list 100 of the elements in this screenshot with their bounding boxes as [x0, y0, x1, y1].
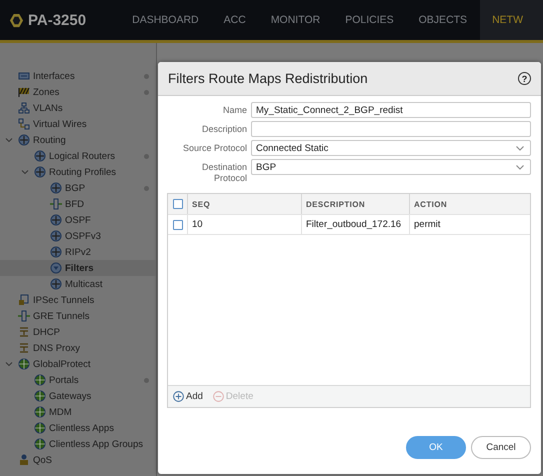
- router-icon: [50, 278, 62, 290]
- sidebar-item[interactable]: Routing Profiles: [0, 164, 156, 180]
- sidebar-item[interactable]: RIPv2: [0, 244, 156, 260]
- sidebar-item-label: QoS: [33, 454, 52, 466]
- column-header[interactable]: DESCRIPTION: [301, 194, 409, 214]
- striped-flag-icon: [18, 86, 30, 98]
- sidebar-item[interactable]: BFD: [0, 196, 156, 212]
- sidebar-item[interactable]: Routing: [0, 132, 156, 148]
- sidebar-item[interactable]: GlobalProtect: [0, 356, 156, 372]
- nav-tab[interactable]: MONITOR: [258, 0, 333, 40]
- nav-tab[interactable]: POLICIES: [332, 0, 406, 40]
- field-label: Source Protocol: [182, 142, 247, 154]
- sidebar-item[interactable]: Logical Routers: [0, 148, 156, 164]
- sidebar-item-label: BFD: [65, 198, 84, 210]
- column-header[interactable]: ACTION: [409, 194, 530, 214]
- sidebar-item[interactable]: IPSec Tunnels: [0, 292, 156, 308]
- sidebar-item[interactable]: VLANs: [0, 100, 156, 116]
- sidebar-item-label: Routing Profiles: [49, 166, 116, 178]
- caret-icon: [516, 146, 524, 150]
- sidebar-item-label: Zones: [33, 86, 60, 98]
- sidebar-item[interactable]: GRE Tunnels: [0, 308, 156, 324]
- table-cell: permit: [409, 215, 530, 234]
- linked-boxes-icon: [18, 118, 30, 130]
- router-icon: [34, 150, 46, 162]
- sidebar-item[interactable]: Portals: [0, 372, 156, 388]
- nav-tab[interactable]: NETW: [480, 0, 543, 40]
- router-icon: [34, 166, 46, 178]
- sidebar-item[interactable]: Virtual Wires: [0, 116, 156, 132]
- globe-icon: [34, 374, 46, 386]
- logo-icon: [9, 12, 24, 28]
- router-icon: [18, 134, 30, 146]
- text-field[interactable]: [251, 121, 531, 137]
- plus-icon: [173, 391, 184, 402]
- minus-icon: [212, 391, 224, 402]
- sidebar-item-label: OSPF: [65, 214, 91, 226]
- sidebar-item-label: DHCP: [33, 326, 60, 338]
- port-icon: [18, 70, 30, 82]
- sidebar-item-label: Clientless App Groups: [49, 438, 143, 450]
- router-icon: [50, 246, 62, 258]
- sidebar-item-label: Clientless Apps: [49, 422, 114, 434]
- nav-tab[interactable]: ACC: [211, 0, 258, 40]
- select-all-checkbox[interactable]: [172, 199, 182, 209]
- sidebar-item[interactable]: DNS Proxy: [0, 340, 156, 356]
- sidebar-item[interactable]: OSPF: [0, 212, 156, 228]
- sidebar-item[interactable]: OSPFv3: [0, 228, 156, 244]
- sidebar-item[interactable]: BGP: [0, 180, 156, 196]
- sidebar-item[interactable]: QoS: [0, 452, 156, 468]
- sidebar-item[interactable]: MDM: [0, 404, 156, 420]
- field-label: Name: [222, 104, 247, 116]
- product-name: PA-3250: [28, 12, 86, 28]
- sidebar-item-label: Interfaces: [33, 70, 75, 82]
- protocol-dropdown[interactable]: Connected Static: [251, 140, 531, 156]
- router-icon: [50, 182, 62, 194]
- router-icon: [50, 214, 62, 226]
- caret-icon: [516, 164, 524, 170]
- sidebar-item-label: MDM: [49, 406, 72, 418]
- globe-icon: [34, 390, 46, 402]
- table-action-button[interactable]: Add: [173, 391, 203, 402]
- sidebar-item-label: Portals: [49, 374, 79, 386]
- sidebar-item-label: Routing: [33, 134, 66, 146]
- sidebar-item-label: VLANs: [33, 102, 63, 114]
- cancel-button[interactable]: Cancel: [471, 436, 531, 459]
- sidebar-item-label: Gateways: [49, 390, 92, 402]
- network-icon: [18, 102, 30, 114]
- sidebar-item-label: OSPFv3: [65, 230, 101, 242]
- filter-icon: [50, 262, 62, 274]
- sidebar-item-label: Logical Routers: [49, 150, 116, 162]
- row-checkbox[interactable]: [172, 220, 182, 230]
- globe-icon: [34, 422, 46, 434]
- help-button[interactable]: ?: [518, 72, 531, 85]
- column-header[interactable]: SEQ: [187, 194, 301, 214]
- sidebar-item-label: IPSec Tunnels: [33, 294, 94, 306]
- sidebar-item[interactable]: Interfaces: [0, 68, 156, 84]
- router-icon: [50, 230, 62, 242]
- ok-button[interactable]: OK: [406, 436, 466, 459]
- sidebar-item[interactable]: Zones: [0, 84, 156, 100]
- globe-icon: [34, 406, 46, 418]
- sidebar-item[interactable]: Multicast: [0, 276, 156, 292]
- text-field[interactable]: My_Static_Connect_2_BGP_redist: [251, 102, 531, 118]
- person-icon: [18, 454, 30, 466]
- protocol-dropdown[interactable]: BGP: [251, 159, 531, 175]
- chevron-icon[interactable]: [21, 168, 29, 176]
- sidebar-item[interactable]: DHCP: [0, 324, 156, 340]
- sidebar-item-label: RIPv2: [65, 246, 91, 258]
- sidebar-item-label: Virtual Wires: [33, 118, 87, 130]
- nav-tab[interactable]: DASHBOARD: [120, 0, 212, 40]
- sidebar-item[interactable]: Filters: [0, 260, 156, 276]
- sidebar-item[interactable]: Clientless App Groups: [0, 436, 156, 452]
- sidebar-item[interactable]: Clientless Apps: [0, 420, 156, 436]
- sidebar-item-label: DNS Proxy: [33, 342, 80, 354]
- table-cell: Filter_outboud_172.16: [301, 215, 409, 234]
- sidebar-item-label: BGP: [65, 182, 86, 194]
- sidebar-item[interactable]: Gateways: [0, 388, 156, 404]
- nav-tab[interactable]: OBJECTS: [406, 0, 480, 40]
- chevron-icon[interactable]: [5, 136, 13, 144]
- dialog-title: Filters Route Maps Redistribution: [168, 71, 368, 86]
- field-label: Description: [200, 123, 247, 135]
- sidebar-item-label: GlobalProtect: [33, 358, 91, 370]
- chevron-icon[interactable]: [5, 360, 13, 368]
- globe-icon: [34, 438, 46, 450]
